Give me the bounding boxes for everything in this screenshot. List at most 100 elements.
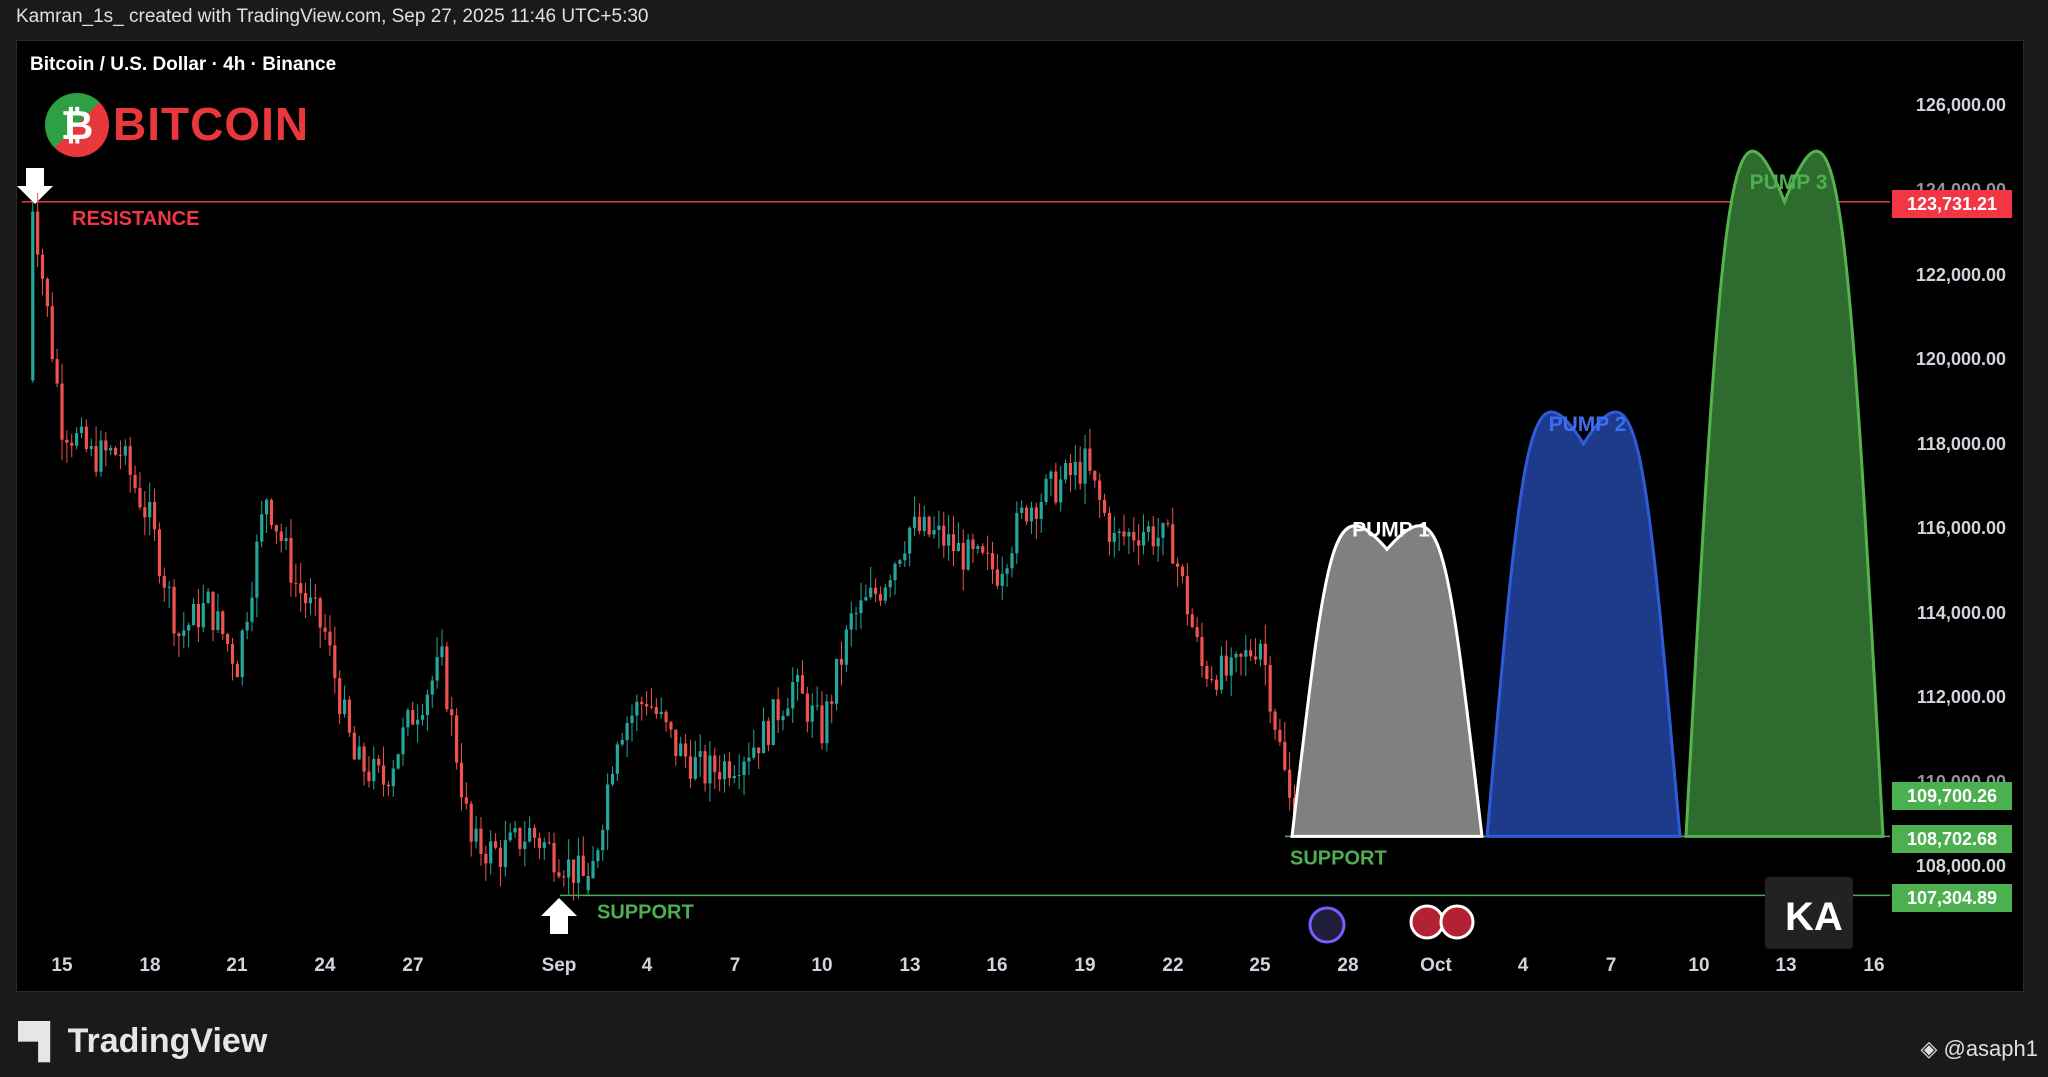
candle [839, 658, 844, 665]
candle [951, 534, 956, 552]
candle [372, 759, 376, 782]
candle [191, 603, 196, 626]
candle [459, 762, 464, 798]
x-tick: 4 [1517, 955, 1529, 976]
candle [1063, 462, 1068, 480]
pump-label-2: PUMP 2 [1549, 413, 1627, 436]
candle [986, 552, 990, 554]
candle [1156, 537, 1160, 547]
candle [31, 211, 35, 292]
y-tick: 118,000.00 [1916, 434, 2006, 454]
candle [854, 613, 858, 615]
candle [99, 440, 103, 472]
candle [113, 447, 118, 455]
candle [167, 586, 171, 588]
candle [830, 701, 834, 704]
candle [284, 538, 288, 542]
x-tick: 10 [1688, 955, 1710, 976]
candle [976, 546, 980, 550]
candle [36, 211, 40, 255]
support-low-label: SUPPORT [597, 901, 694, 923]
price-chart: RESISTANCE SUPPORT SUPPORT PUMP 1 PUMP 2 PUMP… [17, 149, 1890, 949]
candle [1083, 448, 1087, 484]
candle [698, 751, 702, 758]
x-tick: 25 [1249, 955, 1271, 976]
candle [947, 534, 951, 546]
tradingview-brand: TradingView [67, 1022, 268, 1060]
candle [50, 306, 54, 360]
candle [703, 751, 707, 784]
candle [1214, 679, 1219, 690]
candle [688, 756, 693, 779]
y-tick: 122,000.00 [1915, 265, 2006, 285]
candle [1258, 643, 1263, 660]
candle [1029, 507, 1034, 522]
candle [1210, 679, 1214, 681]
candle [791, 682, 795, 709]
candle [469, 803, 473, 842]
resistance-price-tag: 123,731.21 [1892, 190, 2012, 218]
candle [123, 446, 127, 456]
candle [201, 603, 205, 628]
candle [367, 771, 371, 782]
candle [1176, 563, 1180, 567]
candle [84, 426, 88, 450]
candle [396, 754, 400, 769]
candle [1117, 531, 1121, 533]
candle [1068, 462, 1073, 476]
pump-label-1: PUMP 1 [1352, 518, 1430, 541]
candle [932, 530, 936, 535]
x-tick: 28 [1337, 955, 1359, 976]
candle [1005, 568, 1009, 574]
candle [649, 706, 654, 708]
candle [489, 841, 493, 864]
pump-label-3: PUMP 3 [1750, 171, 1828, 194]
candle [927, 516, 931, 535]
candle [883, 587, 887, 601]
candle [1263, 643, 1267, 665]
candle [625, 722, 629, 740]
pump-projection-2 [1485, 410, 1682, 838]
candle [640, 701, 644, 705]
candle [586, 878, 590, 885]
watermark: ◈ @asaph1 [1920, 1036, 2038, 1062]
candle [269, 499, 274, 526]
candle [878, 594, 883, 601]
candle [810, 705, 814, 722]
candle [40, 254, 45, 279]
candle [235, 663, 239, 678]
candle [79, 426, 84, 434]
support-low-price-tag: 107,304.89 [1892, 884, 2012, 912]
candle [352, 732, 356, 760]
candle [391, 768, 395, 787]
candle [606, 784, 610, 830]
candle [377, 759, 381, 766]
candle [581, 855, 585, 877]
binance-diamond-icon: ◈ [1920, 1036, 1938, 1061]
candle [1034, 507, 1038, 519]
candle [464, 797, 468, 804]
candle [230, 644, 235, 664]
candle [1015, 512, 1019, 554]
tradingview-logo[interactable]: ▀▌ TradingView [18, 1022, 267, 1061]
candle [1078, 461, 1082, 484]
x-tick: 16 [1863, 955, 1885, 976]
candle [718, 772, 722, 780]
candle [89, 446, 93, 450]
candle [825, 701, 829, 744]
candle [182, 630, 186, 637]
candle [498, 847, 503, 867]
candle [1219, 655, 1224, 690]
candle [152, 501, 157, 530]
candle [888, 580, 892, 588]
candle [669, 722, 673, 730]
candle [177, 633, 181, 637]
candle [245, 621, 249, 631]
candle [849, 613, 853, 630]
candle [859, 600, 863, 614]
candle [937, 525, 941, 531]
candle [206, 591, 210, 604]
candle [172, 586, 176, 634]
candle [401, 727, 405, 755]
candle [1195, 627, 1199, 638]
